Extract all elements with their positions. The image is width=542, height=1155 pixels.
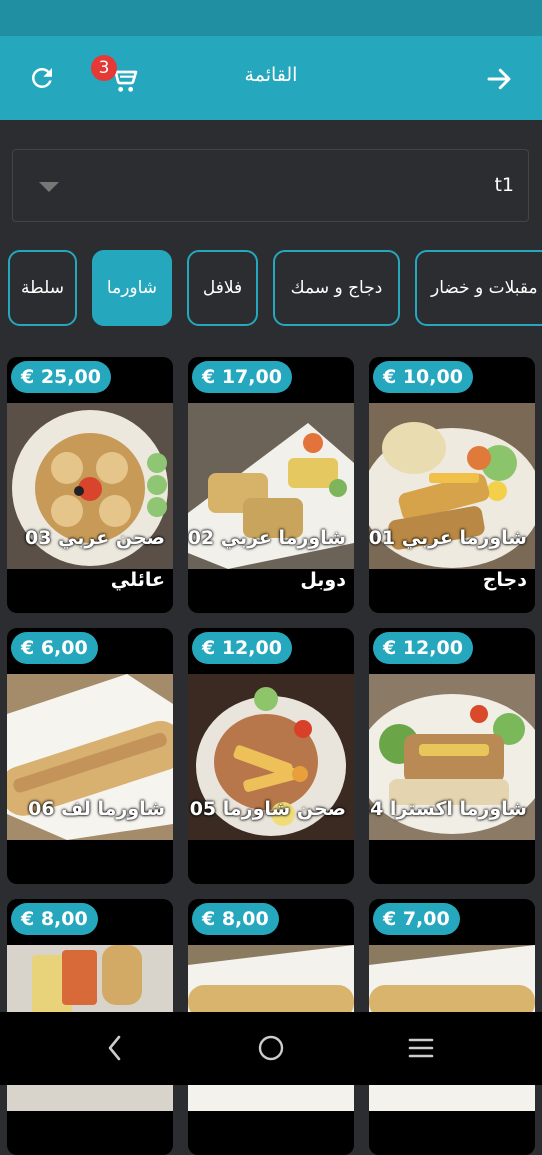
back-button[interactable]: [478, 58, 520, 100]
category-tabs: مقبلات و خضار دجاج و سمك فلافل شاورما سل…: [0, 250, 542, 328]
tab-label: سلطة: [21, 278, 64, 298]
price-badge: € 8,00: [11, 903, 98, 935]
price-badge: € 6,00: [11, 632, 98, 664]
table-select-value: t1: [494, 174, 514, 196]
price-badge: € 8,00: [192, 903, 279, 935]
product-name: 03 صحن عربي: [25, 527, 165, 549]
nav-back-button[interactable]: [95, 1030, 135, 1066]
price-badge: € 7,00: [373, 903, 460, 935]
tab-label: مقبلات و خضار: [431, 278, 538, 298]
arrow-right-icon: [487, 68, 511, 90]
product-card[interactable]: € 25,00 03 صحن عربي عائلي: [7, 357, 173, 613]
product-subtitle: عائلي: [110, 569, 165, 591]
price-badge: € 17,00: [192, 361, 292, 393]
tab-label: شاورما: [106, 278, 158, 298]
tab-label: فلافل: [202, 278, 243, 298]
menu-icon: [408, 1038, 434, 1058]
cart-count-badge: 3: [91, 55, 117, 81]
product-card[interactable]: € 10,00 01 شاورما عربي دجاج: [369, 357, 535, 613]
product-card[interactable]: € 17,00 02 شاورما عربي دوبل: [188, 357, 354, 613]
product-card[interactable]: € 12,00 05 صحن شاورما: [188, 628, 354, 884]
tab-label: دجاج و سمك: [290, 278, 383, 298]
product-name: 01 شاورما عربي: [369, 527, 527, 549]
price-badge: € 10,00: [373, 361, 473, 393]
product-name: 06 شاورما لف: [28, 798, 165, 820]
nav-menu-button[interactable]: [401, 1030, 441, 1066]
chevron-left-icon: [108, 1035, 121, 1061]
price-badge: € 12,00: [192, 632, 292, 664]
product-subtitle: دجاج: [482, 569, 527, 591]
price-badge: € 12,00: [373, 632, 473, 664]
product-card[interactable]: € 12,00 04 شاورما اكسترا: [369, 628, 535, 884]
status-bar: [0, 0, 542, 36]
product-name: 04 شاورما اكسترا: [369, 798, 527, 820]
tab-falafel[interactable]: فلافل: [187, 250, 258, 326]
app-bar: القائمة: [0, 36, 542, 120]
table-select[interactable]: t1: [12, 149, 529, 222]
tab-chicken-fish[interactable]: دجاج و سمك: [273, 250, 400, 326]
price-badge: € 25,00: [11, 361, 111, 393]
product-subtitle: دوبل: [300, 569, 346, 591]
circle-home-icon: [258, 1035, 284, 1061]
chevron-down-icon: [39, 182, 59, 192]
system-nav-bar: [0, 1012, 542, 1085]
nav-home-button[interactable]: [251, 1030, 291, 1066]
page-title: القائمة: [244, 64, 298, 86]
product-card[interactable]: € 6,00 06 شاورما لف: [7, 628, 173, 884]
product-name: 05 صحن شاورما: [189, 798, 346, 820]
tab-salad[interactable]: سلطة: [8, 250, 77, 326]
tab-appetizers[interactable]: مقبلات و خضار: [415, 250, 542, 326]
product-name: 02 شاورما عربي: [188, 527, 346, 549]
tab-shawarma[interactable]: شاورما: [92, 250, 172, 326]
